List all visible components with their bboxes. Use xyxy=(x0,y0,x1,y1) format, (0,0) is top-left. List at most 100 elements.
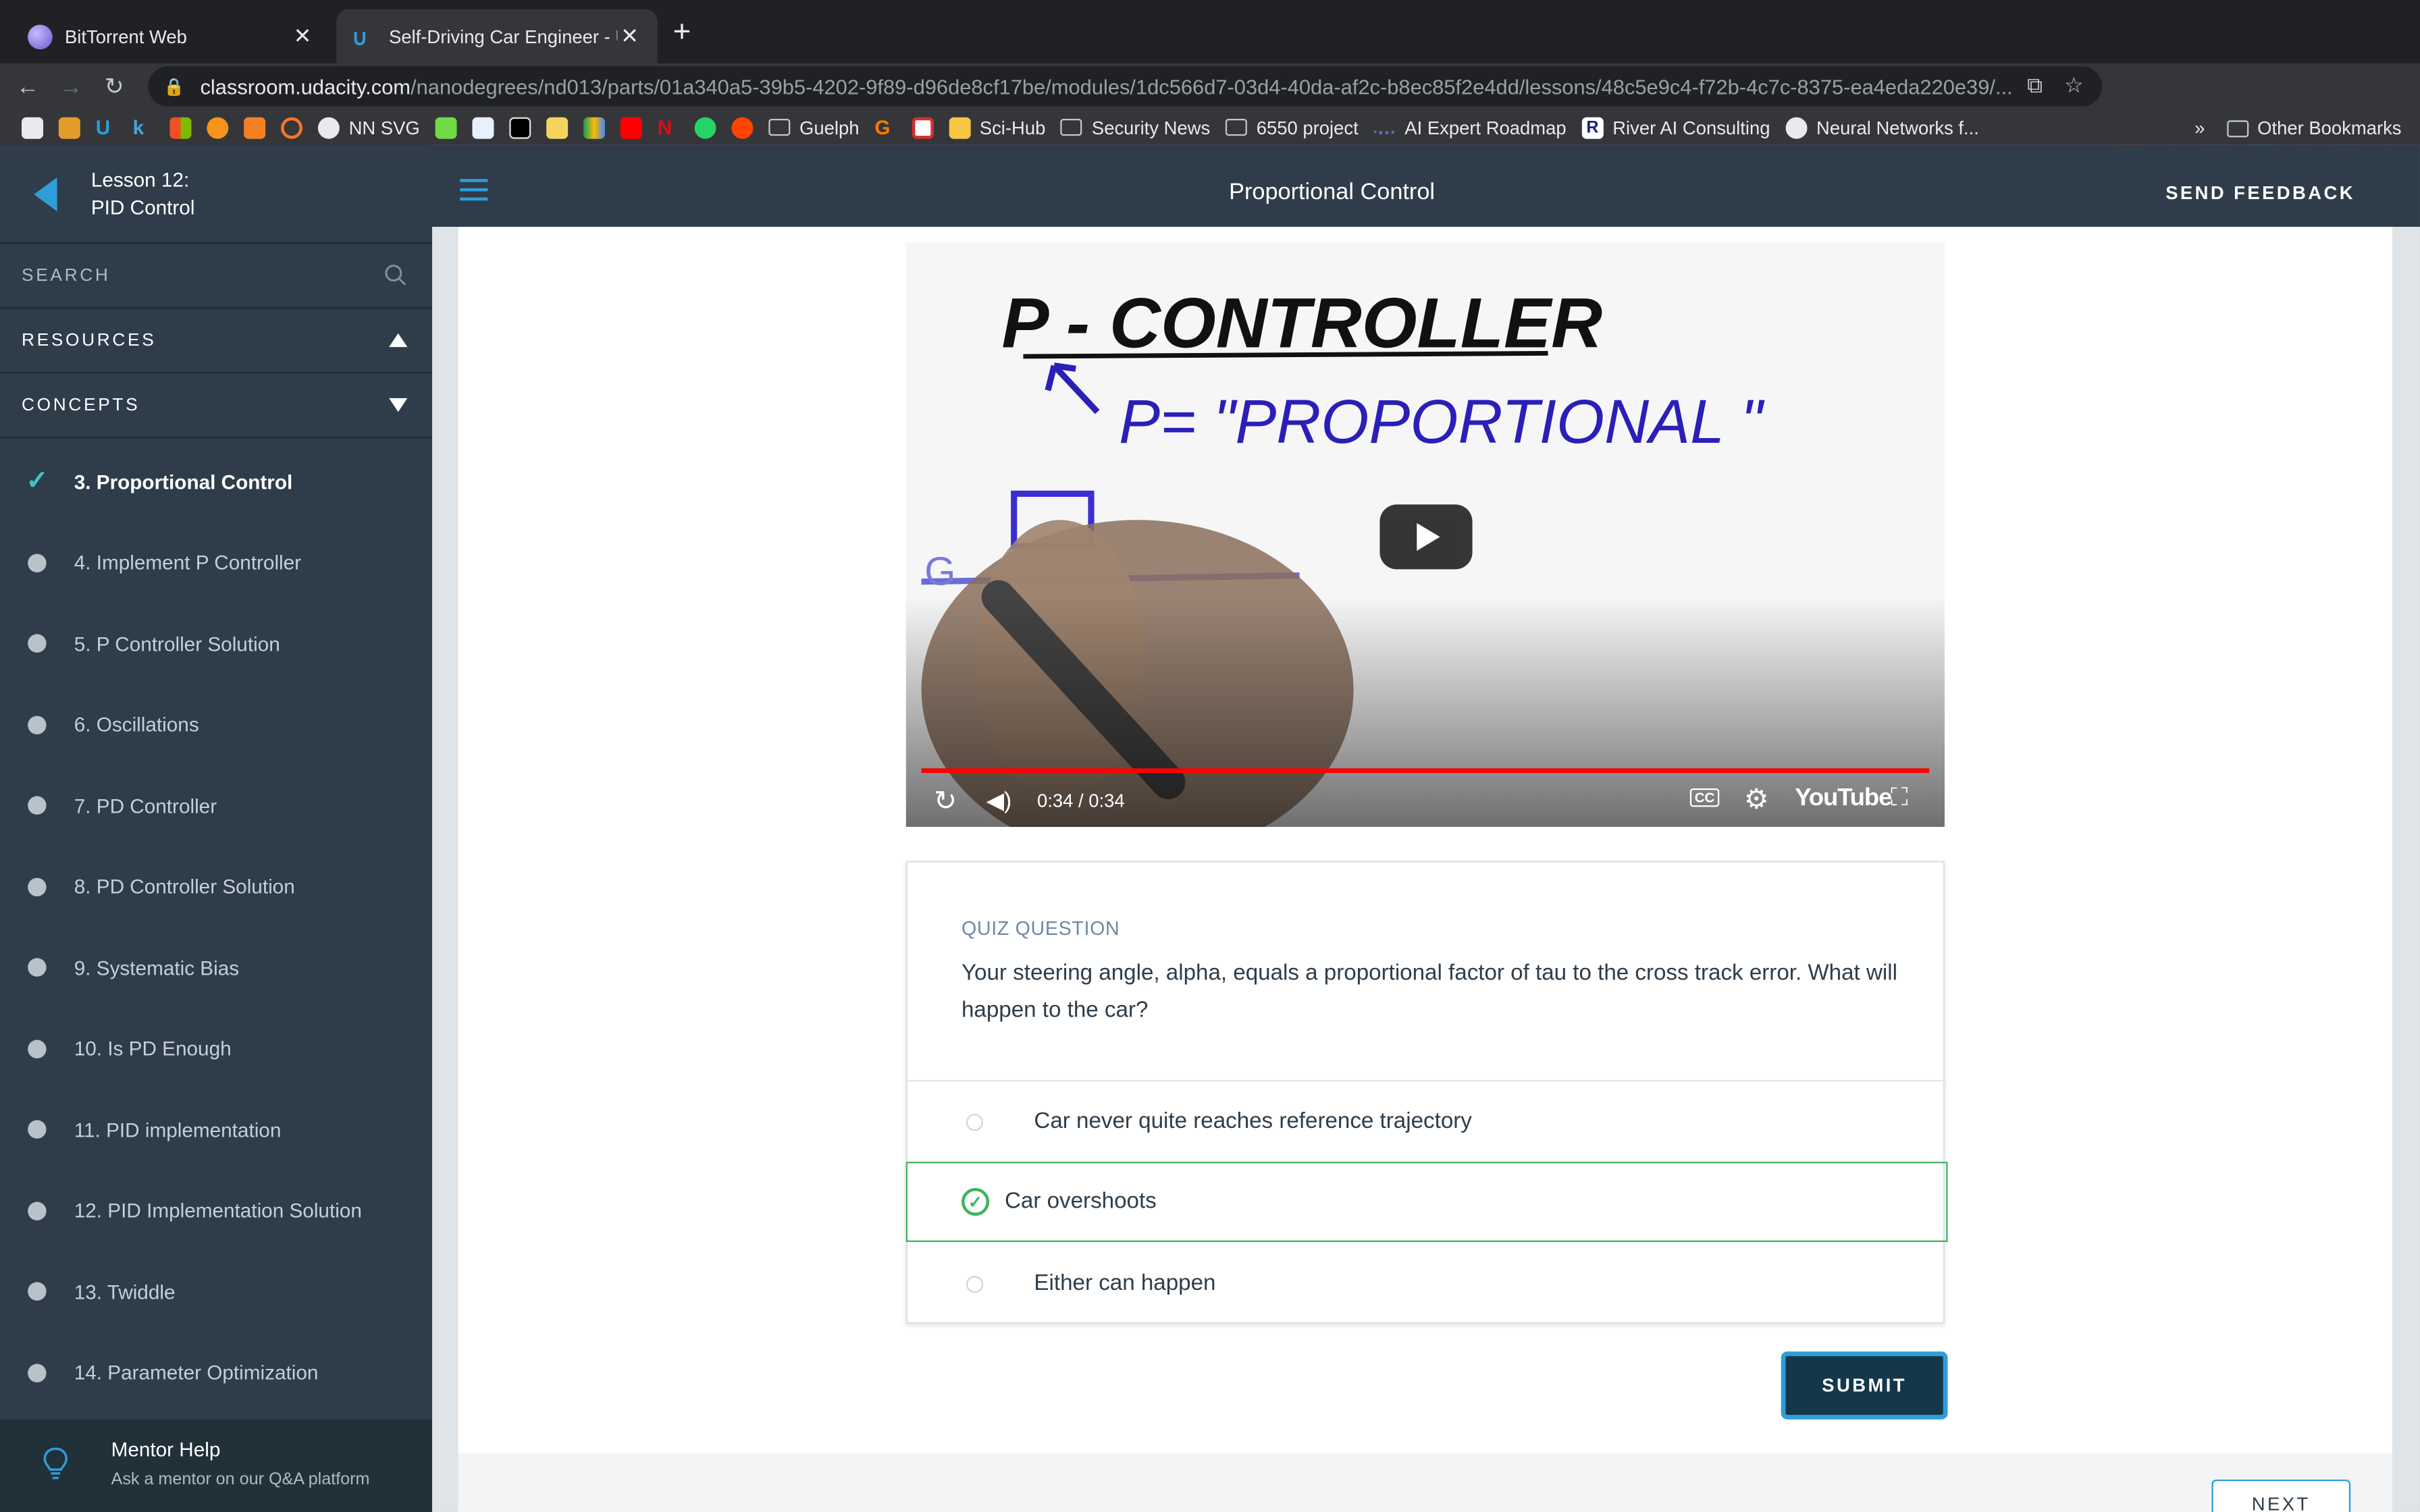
quiz-option-selected[interactable]: ✓ Car overshoots xyxy=(905,1162,1948,1242)
incomplete-dot-icon xyxy=(28,1201,47,1220)
bookmark-icon[interactable] xyxy=(546,116,569,138)
bookmark-icon[interactable] xyxy=(169,116,192,138)
bookmark-nn-svg[interactable]: NN SVG xyxy=(317,116,420,138)
concept-item[interactable]: 12. PID Implementation Solution xyxy=(0,1170,432,1251)
concept-item[interactable]: 7. PD Controller xyxy=(0,765,432,846)
forward-arrow-icon[interactable]: → xyxy=(49,74,93,100)
concept-item[interactable]: 5. P Controller Solution xyxy=(0,603,432,684)
back-triangle-icon[interactable] xyxy=(34,176,57,211)
more-bookmarks-icon[interactable]: » xyxy=(2194,117,2205,139)
concept-item[interactable]: 13. Twiddle xyxy=(0,1251,432,1332)
bookmark-neural-networks[interactable]: Neural Networks f... xyxy=(1785,116,1979,138)
main-area: Proportional Control SEND FEEDBACK P - C… xyxy=(431,144,2420,1512)
bookmarks-bar: U k NN SVG N Guelph G Sci-Hub Security N… xyxy=(0,109,2420,145)
svg-text:G: G xyxy=(924,548,955,593)
bookmark-icon[interactable] xyxy=(472,116,494,138)
concept-item[interactable]: 9. Systematic Bias xyxy=(0,927,432,1008)
url-host: classroom.udacity.com xyxy=(200,74,411,99)
bookmark-icon[interactable] xyxy=(280,116,302,138)
concept-item[interactable]: 4. Implement P Controller xyxy=(0,522,432,603)
back-arrow-icon[interactable]: ← xyxy=(6,74,49,100)
close-tab-icon[interactable]: ✕ xyxy=(290,23,315,49)
folder-icon xyxy=(1061,118,1083,136)
incomplete-dot-icon xyxy=(28,1120,47,1139)
other-bookmarks[interactable]: Other Bookmarks xyxy=(2226,117,2402,139)
bookmark-river-ai[interactable]: R River AI Consulting xyxy=(1581,116,1770,138)
play-button-icon[interactable] xyxy=(1379,504,1473,570)
tab-bittorrent[interactable]: BitTorrent Web ✕ xyxy=(12,9,330,63)
concept-item[interactable]: 14. Parameter Optimization xyxy=(0,1332,432,1413)
settings-gear-icon[interactable]: ⚙ xyxy=(1744,784,1769,816)
bookmark-icon[interactable]: U xyxy=(96,115,117,138)
incomplete-dot-icon xyxy=(28,1039,47,1058)
mentor-title: Mentor Help xyxy=(111,1438,221,1461)
sidebar-search[interactable]: SEARCH xyxy=(0,244,432,309)
bookmark-icon[interactable] xyxy=(912,116,934,138)
mentor-subtitle: Ask a mentor on our Q&A platform xyxy=(111,1470,370,1489)
send-feedback-button[interactable]: SEND FEEDBACK xyxy=(2165,182,2355,204)
incomplete-dot-icon xyxy=(28,553,47,572)
bookmark-6550-project[interactable]: 6550 project xyxy=(1226,117,1359,138)
youtube-logo[interactable]: YouTube xyxy=(1795,785,1892,813)
fullscreen-icon[interactable]: ⛶ xyxy=(1891,785,1908,813)
sidebar-resources[interactable]: RESOURCES xyxy=(0,308,432,374)
mentor-help[interactable]: Mentor Help Ask a mentor on our Q&A plat… xyxy=(0,1419,432,1512)
concept-label: 11. PID implementation xyxy=(74,1118,282,1141)
quiz-option[interactable]: Either can happen xyxy=(908,1243,1946,1324)
bookmark-icon[interactable] xyxy=(58,116,80,138)
bookmark-star-icon[interactable]: ☆ xyxy=(2064,72,2084,99)
bookmark-icon[interactable] xyxy=(21,116,43,138)
bookmark-icon[interactable]: N xyxy=(658,115,679,138)
bookmark-icon[interactable] xyxy=(509,116,531,138)
bookmark-icon[interactable] xyxy=(694,116,716,138)
sidebar-concepts[interactable]: CONCEPTS xyxy=(0,373,432,439)
submit-button[interactable]: SUBMIT xyxy=(1781,1351,1948,1420)
bookmark-icon[interactable]: G xyxy=(874,115,896,138)
check-circle-icon[interactable]: ✓ xyxy=(961,1187,990,1216)
bookmark-icon[interactable] xyxy=(207,116,229,138)
tab-title: BitTorrent Web xyxy=(64,25,187,47)
new-tab-icon[interactable]: + xyxy=(673,16,691,51)
concept-item[interactable]: 10. Is PD Enough xyxy=(0,1008,432,1089)
replay-icon[interactable]: ↻ xyxy=(934,785,957,817)
bookmark-sci-hub[interactable]: Sci-Hub xyxy=(949,116,1045,138)
globe-icon xyxy=(317,116,340,138)
concept-label: 13. Twiddle xyxy=(74,1280,176,1303)
checkmark-icon: ✓ xyxy=(26,466,49,496)
quiz-option[interactable]: Car never quite reaches reference trajec… xyxy=(908,1081,1946,1162)
quiz-label: QUIZ QUESTION xyxy=(961,917,1120,940)
bookmark-label: River AI Consulting xyxy=(1612,116,1770,138)
radio-icon[interactable] xyxy=(966,1275,983,1293)
open-external-icon[interactable]: ⧉ xyxy=(2027,72,2043,99)
concept-item[interactable]: 6. Oscillations xyxy=(0,684,432,765)
concept-item[interactable]: ✓ 3. Proportional Control xyxy=(0,441,432,522)
bookmark-icon[interactable] xyxy=(435,116,457,138)
close-tab-icon[interactable]: ✕ xyxy=(617,23,642,49)
concept-item[interactable]: 11. PID implementation xyxy=(0,1089,432,1170)
address-bar[interactable]: 🔒 classroom.udacity.com /nanodegrees/nd0… xyxy=(148,66,2103,107)
bookmark-icon[interactable]: k xyxy=(133,115,155,138)
video-progress-bar[interactable] xyxy=(921,768,1930,774)
concept-label: 7. PD Controller xyxy=(74,794,217,817)
bookmark-label: AI Expert Roadmap xyxy=(1404,116,1567,138)
volume-icon[interactable]: ◀) xyxy=(987,787,1012,815)
bookmark-guelph[interactable]: Guelph xyxy=(768,117,859,138)
reload-icon[interactable]: ↻ xyxy=(93,72,136,101)
next-button[interactable]: NEXT xyxy=(2211,1479,2351,1512)
bookmark-icon[interactable] xyxy=(620,116,642,138)
video-player[interactable]: P - CONTROLLER P= "PROPORTIONAL " G ↻ ◀)… xyxy=(905,242,1945,828)
folder-icon xyxy=(1226,118,1248,136)
radio-icon[interactable] xyxy=(966,1113,983,1131)
board-subtitle: P= "PROPORTIONAL " xyxy=(1119,387,1765,456)
bookmark-icon[interactable] xyxy=(583,116,606,138)
board-title: P - CONTROLLER xyxy=(1001,284,1602,362)
tab-udacity[interactable]: ∪ Self-Driving Car Engineer - Uda ✕ xyxy=(336,9,658,63)
captions-icon[interactable]: CC xyxy=(1689,788,1720,807)
bookmark-icon[interactable] xyxy=(244,116,266,138)
bookmark-security-news[interactable]: Security News xyxy=(1061,117,1210,138)
bookmark-ai-roadmap[interactable]: AI Expert Roadmap xyxy=(1373,116,1567,138)
bookmark-icon[interactable] xyxy=(731,116,754,138)
concept-item[interactable]: 8. PD Controller Solution xyxy=(0,846,432,927)
lesson-header[interactable]: Lesson 12: PID Control xyxy=(0,144,432,244)
bookmark-label: 6550 project xyxy=(1256,116,1359,138)
